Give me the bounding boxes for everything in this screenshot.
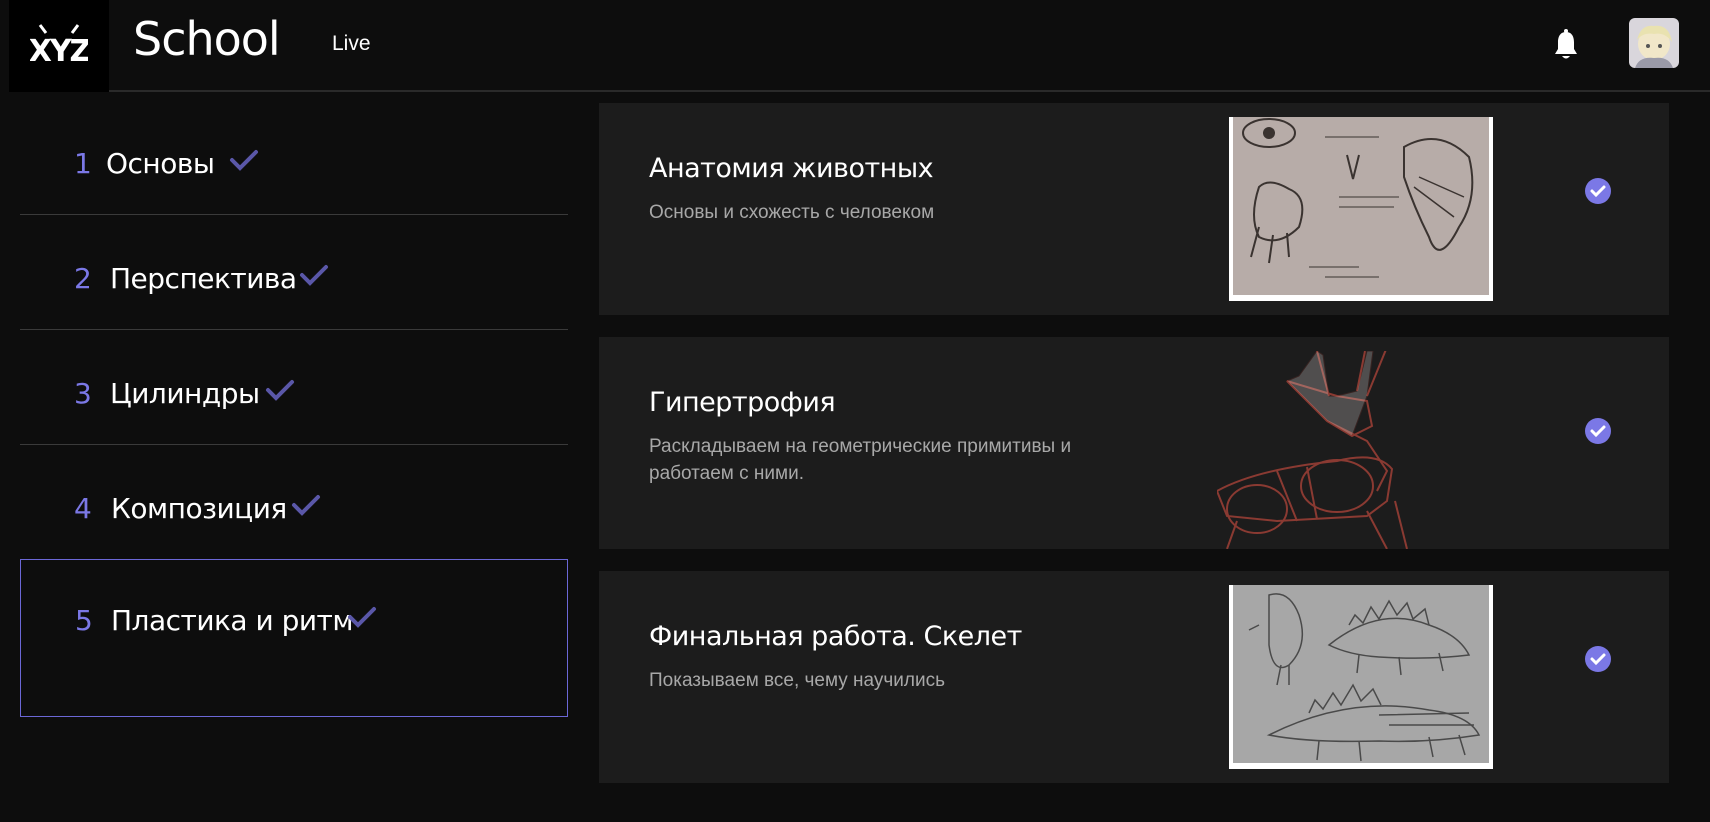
lesson-thumbnail: [1229, 585, 1493, 769]
checkmark-icon: [300, 265, 328, 286]
module-number: 2: [74, 262, 92, 295]
module-number: 3: [74, 377, 92, 410]
module-label: Пластика и ритм: [111, 604, 353, 637]
sidebar-item-1[interactable]: 1 Основы: [20, 100, 568, 215]
module-label: Композиция: [111, 492, 287, 525]
lesson-description: Показываем все, чему научились: [649, 670, 946, 691]
completed-check-icon: [1585, 418, 1611, 444]
lesson-title: Финальная работа. Скелет: [649, 621, 1022, 652]
checkmark-icon: [292, 495, 320, 516]
completed-check-icon: [1585, 178, 1611, 204]
user-avatar[interactable]: [1629, 18, 1679, 68]
lesson-description: Раскладываем на геометрические примитивы…: [649, 436, 1072, 484]
sidebar-item-2[interactable]: 2 Перспектива: [20, 215, 568, 330]
geometric-deer-sketch-image: [1217, 351, 1408, 549]
checkmark-icon: [230, 150, 258, 171]
notifications-bell-icon[interactable]: [1552, 29, 1580, 61]
checkmark-icon: [348, 607, 376, 628]
top-header: XYZ School Live: [0, 0, 1710, 92]
nav-live-link[interactable]: Live: [332, 32, 371, 56]
header-divider: [109, 90, 1710, 92]
module-number: 5: [75, 604, 93, 637]
lesson-card-skeleton[interactable]: Финальная работа. Скелет Показываем все,…: [599, 571, 1669, 783]
xyz-logo-icon: XYZ: [30, 24, 88, 69]
lesson-card-anatomy[interactable]: Анатомия животных Основы и схожесть с че…: [599, 103, 1669, 315]
animal-anatomy-sketch-image: [1233, 117, 1489, 295]
lesson-thumbnail: [1229, 117, 1493, 301]
sidebar-item-5-active[interactable]: 5 Пластика и ритм: [20, 559, 568, 717]
module-label: Перспектива: [110, 262, 297, 295]
lesson-description: Основы и схожесть с человеком: [649, 202, 935, 223]
module-sidebar: 1 Основы 2 Перспектива 3 Цилиндры 4 Комп…: [20, 100, 568, 717]
svg-text:XYZ: XYZ: [30, 34, 88, 69]
logo[interactable]: XYZ: [9, 0, 109, 92]
module-number: 4: [74, 492, 92, 525]
sidebar-item-3[interactable]: 3 Цилиндры: [20, 330, 568, 445]
sidebar-item-4[interactable]: 4 Композиция: [20, 445, 568, 559]
module-number: 1: [74, 147, 92, 180]
lesson-thumbnail: [1217, 351, 1547, 549]
lesson-title: Гипертрофия: [649, 387, 836, 418]
module-label: Цилиндры: [110, 377, 260, 410]
stegosaurus-skeleton-sketch-image: [1233, 585, 1489, 763]
checkmark-icon: [266, 380, 294, 401]
lesson-title: Анатомия животных: [649, 153, 934, 184]
lesson-card-hypertrophy[interactable]: Гипертрофия Раскладываем на геометрическ…: [599, 337, 1669, 549]
completed-check-icon: [1585, 646, 1611, 672]
module-label: Основы: [106, 147, 215, 180]
brand-title: School: [133, 12, 281, 66]
